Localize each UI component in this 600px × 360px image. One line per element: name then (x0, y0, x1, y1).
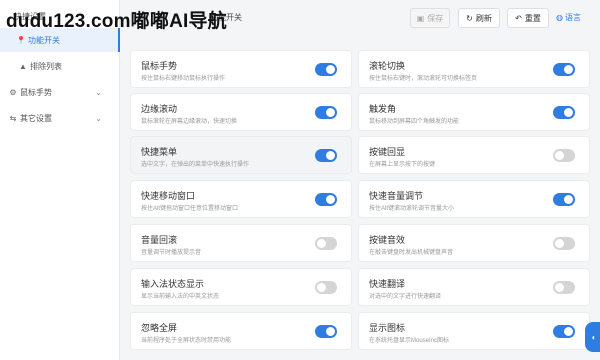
feature-card: 触发角 鼠标移动到屏幕四个角触发的功能 (358, 93, 590, 131)
feature-title: 边缘滚动 (141, 104, 178, 114)
feature-toggle[interactable] (315, 149, 337, 162)
refresh-label: 刷新 (475, 13, 492, 23)
feature-desc: 音量调节时播放提示音 (141, 250, 202, 256)
feature-toggle[interactable] (553, 325, 575, 338)
sidebar-item-label: 鼠标手势 (20, 87, 52, 97)
feature-title: 快速翻译 (369, 279, 406, 289)
feature-title: 触发角 (369, 104, 397, 114)
feature-toggle[interactable] (315, 106, 337, 119)
feature-title: 音量回滚 (141, 235, 178, 245)
feature-title: 按键回显 (369, 147, 406, 157)
feature-title: 快捷菜单 (141, 147, 178, 157)
feature-desc: 对选中的文字进行快速翻译 (369, 294, 442, 300)
feature-toggle[interactable] (315, 237, 337, 250)
feature-toggle[interactable] (553, 149, 575, 162)
language-label: 语言 (564, 13, 581, 22)
feature-desc: 选中文字，在弹出的菜单中快速执行操作 (141, 162, 250, 168)
feature-desc: 当前程序处于全屏状态时禁用功能 (141, 338, 232, 344)
feature-title: 输入法状态显示 (141, 279, 205, 289)
sidebar-item-label: 排除列表 (30, 61, 62, 71)
feature-toggle[interactable] (315, 281, 337, 294)
feature-desc: 显示当前输入法的中英文状态 (141, 294, 220, 300)
watermark: dudu123.com嘟嘟AI导航 (6, 11, 227, 32)
chevron-down-icon: ⌄ (95, 113, 102, 123)
feature-card: 音量回滚 音量调节时播放提示音 (130, 224, 352, 262)
feature-title: 按键音效 (369, 235, 406, 245)
feature-desc: 在敲击键盘时发出机械键盘声音 (369, 250, 454, 256)
feature-card: 快捷菜单 选中文字，在弹出的菜单中快速执行操作 (130, 136, 352, 174)
refresh-button[interactable]: ↻ 刷新 (458, 8, 500, 28)
sidebar-item-exclude-list[interactable]: ▲ 排除列表 (0, 54, 120, 78)
feature-toggle[interactable] (553, 281, 575, 294)
save-label: 保存 (427, 13, 444, 23)
language-selector[interactable]: ◍ 语言 (556, 12, 581, 23)
sidebar-item-label: 其它设置 (20, 113, 52, 123)
feature-title: 滚轮切换 (369, 61, 406, 71)
save-button[interactable]: ▣ 保存 (410, 8, 450, 28)
feature-desc: 在屏幕上显示按下的按键 (369, 162, 436, 168)
feature-desc: 鼠标滚轮在屏幕边缘滚动，快速切换 (141, 119, 238, 125)
feature-card: 快速移动窗口 按住Alt键拖动窗口任意位置移动窗口 (130, 180, 352, 218)
feature-card: 快速翻译 对选中的文字进行快速翻译 (358, 268, 590, 306)
gear-icon: ⚙ (9, 87, 17, 97)
sliders-icon: ⇆ (9, 113, 17, 123)
globe-icon: ◍ (556, 13, 563, 22)
chevron-down-icon: ⌄ (95, 87, 102, 97)
feature-desc: 按住Alt键拖动窗口任意位置移动窗口 (141, 206, 239, 212)
refresh-icon: ↻ (466, 13, 473, 23)
feature-toggle[interactable] (553, 63, 575, 76)
feature-title: 鼠标手势 (141, 61, 178, 71)
feature-desc: 鼠标移动到屏幕四个角触发的功能 (369, 119, 460, 125)
sidebar-item-other-settings[interactable]: ⇆ 其它设置 ⌄ (0, 106, 120, 130)
feature-toggle[interactable] (553, 237, 575, 250)
feature-toggle[interactable] (315, 193, 337, 206)
feature-title: 快速音量调节 (369, 191, 424, 201)
sidebar-item-label: 功能开关 (28, 35, 60, 45)
feature-card: 按键音效 在敲击键盘时发出机械键盘声音 (358, 224, 590, 262)
feature-card: 输入法状态显示 显示当前输入法的中英文状态 (130, 268, 352, 306)
feature-toggle[interactable] (315, 63, 337, 76)
toggle-icon: ◐ (591, 332, 597, 342)
feature-card: 快速音量调节 按住Alt键滚动滚轮调节音量大小 (358, 180, 590, 218)
sidebar: 快捷设置 📍 功能开关 ▲ 排除列表 ⚙ 鼠标手势 ⌄ ⇆ 其它设置 ⌄ (0, 0, 120, 360)
feature-desc: 按住鼠标右键移动鼠标执行操作 (141, 76, 226, 82)
feature-card: 忽略全屏 当前程序处于全屏状态时禁用功能 (130, 312, 352, 350)
sidebar-item-mouse-gesture[interactable]: ⚙ 鼠标手势 ⌄ (0, 80, 120, 104)
floating-toggle-button[interactable]: ◐ (585, 322, 600, 352)
feature-card: 鼠标手势 按住鼠标右键移动鼠标执行操作 (130, 50, 352, 88)
feature-desc: 按住鼠标右键时，滚动滚轮可切换标签页 (369, 76, 478, 82)
reset-button[interactable]: ↶ 重置 (507, 8, 549, 28)
feature-toggle[interactable] (553, 193, 575, 206)
triangle-icon: ▲ (19, 61, 27, 71)
feature-card: 滚轮切换 按住鼠标右键时，滚动滚轮可切换标签页 (358, 50, 590, 88)
feature-desc: 按住Alt键滚动滚轮调节音量大小 (369, 206, 455, 212)
feature-desc: 在系统托盘显示MouseInc图标 (369, 338, 450, 344)
save-icon: ▣ (416, 13, 425, 23)
feature-card: 按键回显 在屏幕上显示按下的按键 (358, 136, 590, 174)
feature-title: 忽略全屏 (141, 323, 178, 333)
feature-toggle[interactable] (553, 106, 575, 119)
reset-label: 重置 (524, 13, 541, 23)
feature-title: 快速移动窗口 (141, 191, 196, 201)
feature-card: 显示图标 在系统托盘显示MouseInc图标 (358, 312, 590, 350)
feature-toggle[interactable] (315, 325, 337, 338)
pin-icon: 📍 (16, 35, 26, 45)
feature-card: 边缘滚动 鼠标滚轮在屏幕边缘滚动，快速切换 (130, 93, 352, 131)
undo-icon: ↶ (515, 13, 522, 23)
feature-title: 显示图标 (369, 323, 406, 333)
